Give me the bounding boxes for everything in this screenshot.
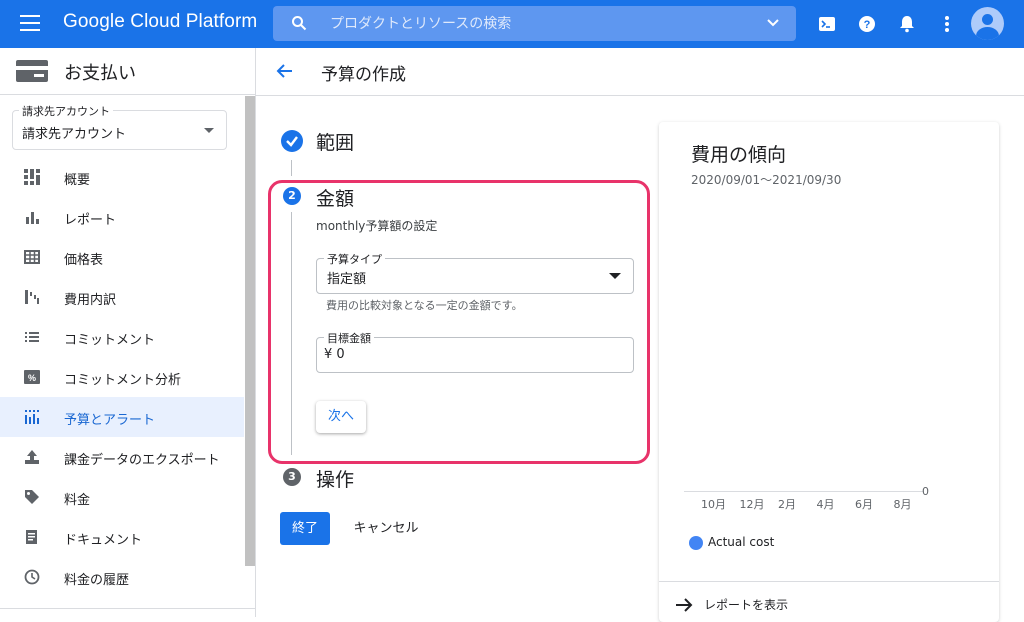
target-amount-field[interactable]: 目標金額 ¥ 0 [316, 330, 634, 373]
sidebar-item-documents[interactable]: ドキュメント [0, 517, 244, 557]
target-amount-value[interactable]: ¥ 0 [324, 347, 345, 362]
sidebar-item-label: ドキュメント [64, 533, 143, 548]
terminal-icon[interactable] [817, 14, 837, 34]
sidebar-item-label: 概要 [64, 173, 91, 188]
x-tick-label: 12月 [739, 498, 765, 511]
step-complete-check-icon[interactable] [281, 130, 303, 152]
view-report-label: レポートを表示 [704, 598, 789, 612]
sidebar: お支払い 請求先アカウント 請求先アカウント 概要 レポート 価格表 費用内訳 … [0, 48, 256, 617]
finish-button[interactable]: 終了 [280, 512, 330, 545]
billing-account-value: 請求先アカウント [22, 127, 127, 142]
percent-icon: % [24, 370, 40, 384]
legend-color-swatch [689, 536, 703, 550]
search-input[interactable]: プロダクトとリソースの検索 [330, 13, 511, 33]
list-icon [25, 332, 39, 342]
step-actions-title[interactable]: 操作 [316, 465, 354, 492]
dropdown-arrow-icon [204, 128, 214, 133]
sidebar-item-label: 予算とアラート [64, 413, 156, 428]
card-divider [659, 581, 999, 582]
sidebar-nav: 概要 レポート 価格表 費用内訳 コミットメント % コミットメント分析 予算と… [0, 157, 244, 597]
budget-type-hint: 費用の比較対象となる一定の金額です。 [326, 299, 523, 312]
step-connector [291, 160, 292, 176]
target-amount-legend: 目標金額 [324, 330, 374, 346]
sidebar-item-label: 課金データのエクスポート [64, 453, 220, 468]
tag-icon [25, 490, 39, 504]
x-axis-line [684, 491, 924, 492]
x-tick-label: 8月 [893, 498, 912, 511]
billing-account-legend: 請求先アカウント [19, 103, 113, 119]
step-amount-title[interactable]: 金額 [316, 184, 354, 211]
budget-icon [25, 410, 39, 424]
menu-icon[interactable] [20, 15, 42, 33]
page-title: 予算の作成 [321, 65, 406, 85]
sidebar-item-label: コミットメント分析 [64, 373, 182, 388]
x-tick-label: 6月 [855, 498, 873, 511]
sidebar-item-label: 料金の履歴 [64, 573, 130, 588]
budget-type-value: 指定額 [327, 272, 367, 287]
sidebar-item-overview[interactable]: 概要 [0, 157, 244, 197]
sidebar-item-label: 料金 [64, 493, 91, 508]
view-report-link[interactable]: レポートを表示 [675, 593, 875, 617]
page-header: 予算の作成 [256, 48, 1024, 96]
sidebar-item-label: 費用内訳 [64, 293, 117, 308]
billing-account-select[interactable]: 請求先アカウント 請求先アカウント [12, 103, 227, 150]
sidebar-item-reports[interactable]: レポート [0, 197, 244, 237]
svg-text:%: % [28, 373, 36, 383]
budget-type-legend: 予算タイプ [324, 251, 385, 267]
trend-title: 費用の傾向 [691, 144, 787, 166]
sidebar-item-label: 価格表 [64, 253, 104, 268]
x-tick-label: 10月 [701, 498, 726, 511]
sidebar-header: お支払い [0, 48, 255, 95]
table-icon [24, 250, 40, 264]
sidebar-item-pricing-history[interactable]: 料金の履歴 [0, 557, 244, 597]
dropdown-arrow-icon [609, 273, 621, 279]
dashboard-icon [24, 169, 40, 185]
sidebar-item-label: レポート [64, 213, 117, 228]
sidebar-title: お支払い [64, 63, 136, 84]
trend-date-range: 2020/09/01〜2021/09/30 [691, 173, 842, 187]
svg-text:?: ? [864, 19, 871, 31]
bar-chart-icon [26, 212, 39, 224]
bell-icon[interactable] [897, 14, 917, 34]
clock-icon [24, 569, 40, 585]
sidebar-item-pricing-tag[interactable]: 料金 [0, 477, 244, 517]
account-icon[interactable] [971, 7, 1004, 40]
sidebar-item-pricing[interactable]: 価格表 [0, 237, 244, 277]
x-tick-label: 2月 [778, 498, 796, 511]
sidebar-item-commitment-analysis[interactable]: % コミットメント分析 [0, 357, 244, 397]
step-scope-title[interactable]: 範囲 [316, 128, 354, 155]
sidebar-scrollbar[interactable] [245, 96, 255, 566]
more-vert-icon[interactable] [937, 14, 957, 34]
sidebar-item-label: コミットメント [64, 333, 156, 348]
arrow-forward-icon [676, 598, 693, 612]
help-icon[interactable]: ? [857, 14, 877, 34]
step-number-badge: 2 [283, 187, 301, 205]
cost-trend-card: 費用の傾向 2020/09/01〜2021/09/30 10月 12月 2月 4月 6月… [659, 122, 999, 622]
step-connector [291, 212, 292, 455]
chevron-down-icon[interactable] [766, 16, 780, 30]
brand-title[interactable]: Google Cloud Platform [63, 11, 257, 33]
billing-icon [16, 60, 48, 82]
amount-subtitle: monthly予算額の設定 [316, 219, 438, 233]
search-icon [292, 16, 307, 31]
sidebar-item-billing-export[interactable]: 課金データのエクスポート [0, 437, 244, 477]
document-icon [26, 530, 37, 544]
budget-type-select[interactable]: 予算タイプ 指定額 [316, 251, 634, 294]
back-arrow-icon[interactable] [276, 62, 294, 80]
legend-label: Actual cost [708, 535, 775, 549]
next-button[interactable]: 次へ [316, 401, 366, 433]
sidebar-item-commitments[interactable]: コミットメント [0, 317, 244, 357]
waterfall-icon [25, 290, 39, 304]
top-app-bar: Google Cloud Platform プロダクトとリソースの検索 ? [0, 0, 1024, 48]
sidebar-item-budgets-alerts[interactable]: 予算とアラート [0, 397, 244, 437]
y-axis-zero-label: 0 [922, 485, 929, 498]
sidebar-item-cost-breakdown[interactable]: 費用内訳 [0, 277, 244, 317]
cancel-button[interactable]: キャンセル [346, 512, 426, 545]
step-number-badge: 3 [283, 468, 301, 486]
sidebar-divider [0, 608, 255, 609]
upload-icon [25, 450, 39, 464]
x-tick-label: 4月 [816, 498, 835, 511]
search-bar[interactable]: プロダクトとリソースの検索 [273, 6, 796, 41]
